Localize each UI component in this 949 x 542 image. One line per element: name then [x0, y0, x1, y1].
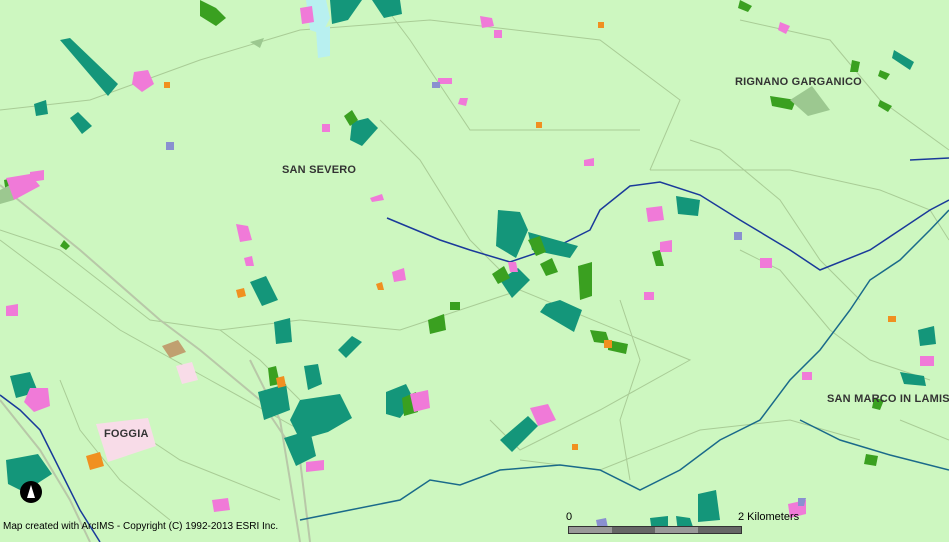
- scale-bar: [568, 526, 742, 534]
- map-canvas[interactable]: SAN SEVERO RIGNANO GARGANICO SAN MARCO I…: [0, 0, 949, 542]
- stream-lines: [299, 209, 949, 521]
- copyright-credit: Map created with ArcIMS - Copyright (C) …: [3, 521, 279, 532]
- parcels-orange: [86, 22, 896, 470]
- place-label-foggia: FOGGIA: [104, 428, 149, 440]
- river-lines: [0, 157, 949, 542]
- place-label-san-marco-in-lamis: SAN MARCO IN LAMIS: [827, 393, 949, 405]
- scale-bar-segment: [698, 527, 741, 533]
- scale-bar-segment: [612, 527, 655, 533]
- parcels-green: [4, 0, 892, 466]
- scale-start-label: 0: [566, 511, 573, 523]
- parcels-light: [0, 38, 830, 204]
- parcels-lightpink: [96, 362, 198, 462]
- north-arrow-icon: [20, 481, 42, 503]
- place-label-san-severo: SAN SEVERO: [282, 164, 357, 176]
- scale-end-label: 2 Kilometers: [738, 511, 800, 523]
- place-label-rignano-garganico: RIGNANO GARGANICO: [735, 76, 862, 88]
